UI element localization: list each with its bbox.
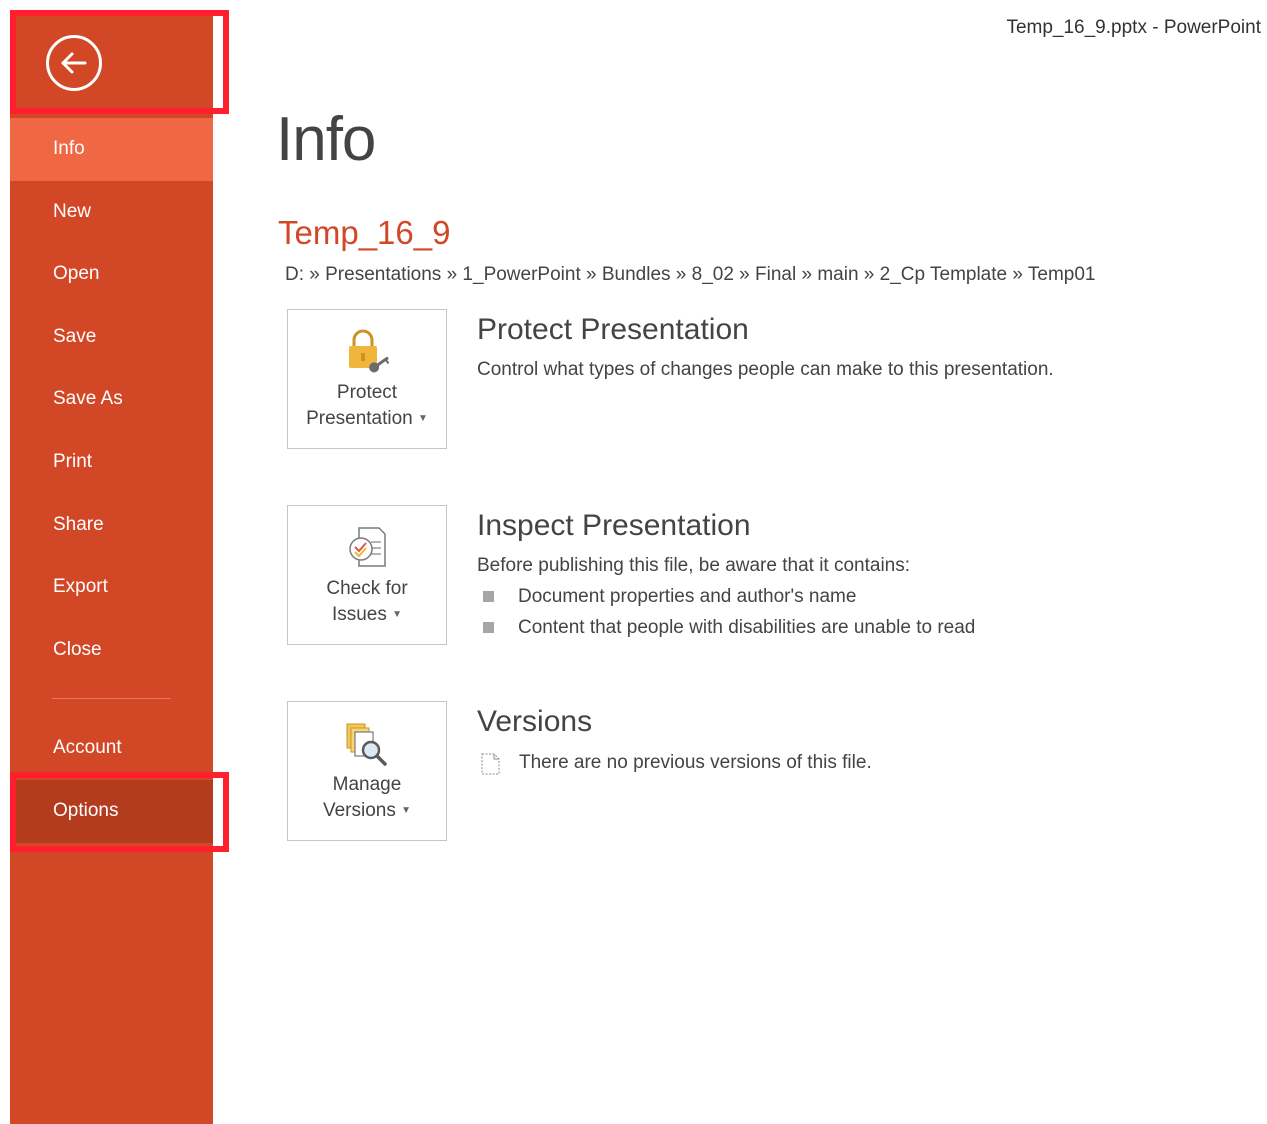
bullet-icon (483, 591, 494, 602)
versions-section-description: There are no previous versions of this f… (519, 752, 872, 773)
versions-label-line1: Manage (332, 774, 402, 795)
protect-section-description: Control what types of changes people can… (477, 359, 1054, 380)
inspect-document-icon (349, 527, 386, 567)
manage-versions-icon (346, 723, 387, 766)
manage-versions-button[interactable]: Manage Versions ▼ (287, 701, 447, 841)
back-arrow-icon (61, 52, 87, 74)
protect-label-line2: Presentation (306, 408, 413, 430)
nav-item-share[interactable]: Share (10, 494, 213, 557)
nav-item-info[interactable]: Info (10, 118, 213, 181)
nav-item-print[interactable]: Print (10, 431, 213, 494)
nav-item-close[interactable]: Close (10, 619, 213, 682)
backstage-sidebar: Info New Open Save Save As Print Share E… (10, 10, 213, 1124)
nav-item-export[interactable]: Export (10, 556, 213, 619)
protect-presentation-label: Protect Presentation ▼ (288, 380, 446, 432)
manage-versions-label: Manage Versions ▼ (288, 772, 446, 824)
bullet-icon (483, 622, 494, 633)
check-label-line2: Issues (331, 604, 387, 626)
lock-key-icon (349, 329, 390, 373)
inspect-bullet-item: Content that people with disabilities ar… (518, 617, 976, 638)
dropdown-caret-icon: ▼ (418, 413, 428, 424)
protect-label-line1: Protect (336, 382, 398, 403)
back-area (10, 10, 213, 118)
inspect-bullet-item: Document properties and author's name (518, 586, 857, 607)
nav-item-save[interactable]: Save (10, 306, 213, 369)
back-button[interactable] (46, 35, 102, 91)
check-label-line1: Check for (326, 578, 408, 599)
nav-item-new[interactable]: New (10, 181, 213, 244)
page-title: Info (276, 105, 376, 174)
versions-label-line2: Versions (322, 800, 396, 822)
inspect-section-title: Inspect Presentation (477, 509, 751, 542)
document-name: Temp_16_9 (278, 214, 451, 251)
protect-presentation-button[interactable]: Protect Presentation ▼ (287, 309, 447, 449)
document-path[interactable]: D: » Presentations » 1_PowerPoint » Bund… (285, 264, 1095, 286)
nav-item-open[interactable]: Open (10, 243, 213, 306)
protect-section-title: Protect Presentation (477, 313, 749, 346)
document-version-icon (481, 753, 500, 775)
dropdown-caret-icon: ▼ (392, 609, 403, 620)
nav-divider (52, 698, 171, 700)
check-for-issues-button[interactable]: Check for Issues ▼ (287, 505, 447, 645)
nav-item-account[interactable]: Account (10, 717, 213, 780)
nav-item-save-as[interactable]: Save As (10, 368, 213, 431)
nav-item-options[interactable]: Options (10, 779, 213, 843)
versions-section-title: Versions (477, 705, 593, 738)
backstage-nav: Info New Open Save Save As Print Share E… (10, 118, 213, 843)
check-for-issues-label: Check for Issues ▼ (288, 576, 446, 628)
window-title: Temp_16_9.pptx - PowerPoint (1006, 17, 1261, 38)
inspect-section-description: Before publishing this file, be aware th… (477, 555, 911, 576)
dropdown-caret-icon: ▼ (401, 805, 412, 816)
